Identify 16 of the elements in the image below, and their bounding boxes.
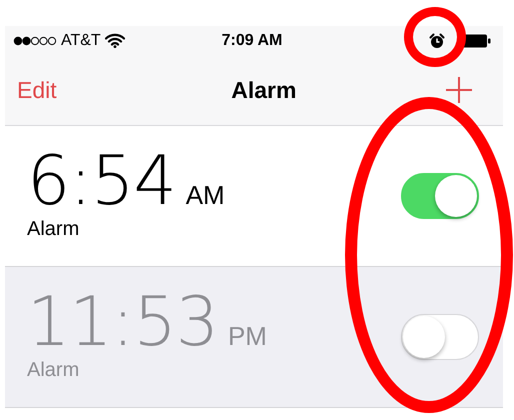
add-icon[interactable] [445,76,473,104]
edit-button[interactable]: Edit [17,76,57,104]
toggle-switch[interactable] [401,314,479,360]
alarm-label: Alarm [27,218,80,240]
wifi-icon [104,33,125,48]
alarm-time: 6:54 [27,144,176,220]
nav-title: Alarm [231,76,296,104]
signal-icon [13,36,57,46]
toggle-switch[interactable] [401,173,479,219]
alarm-clock-icon [428,32,445,48]
alarm-time: 11:53 [27,284,218,360]
alarm-period: PM [228,320,267,352]
status-time: 7:09 AM [222,32,282,50]
alarm-period: AM [186,180,225,210]
alarm-label: Alarm [27,358,80,382]
carrier-name: AT&T [61,32,101,50]
